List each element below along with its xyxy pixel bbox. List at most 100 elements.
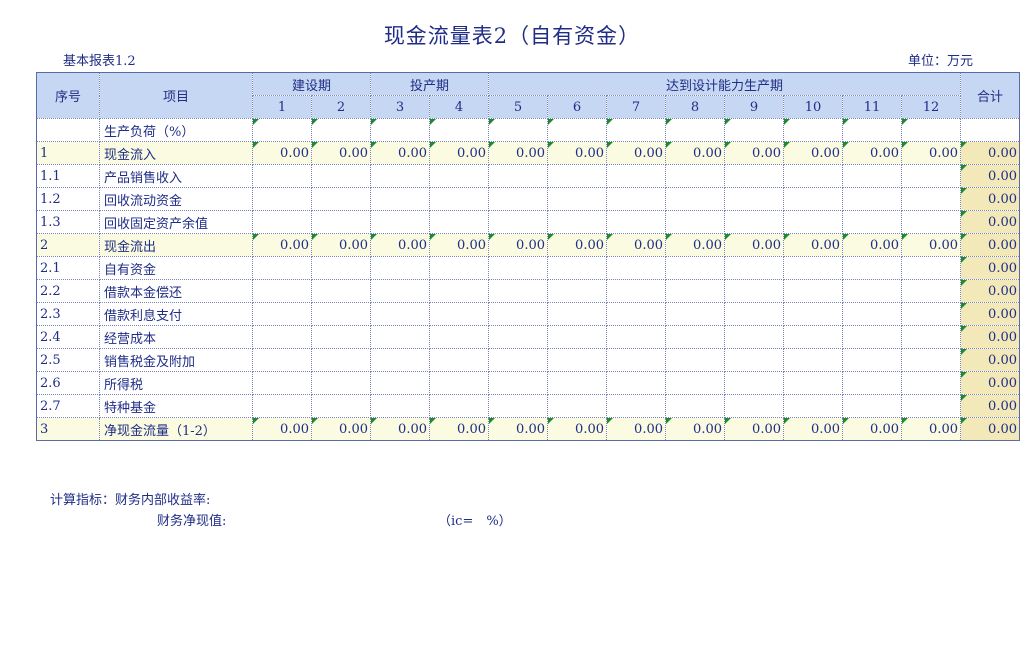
total-cell[interactable]: 0.00 [960,279,1020,303]
value-cell[interactable] [606,118,666,142]
total-cell[interactable]: 0.00 [960,210,1020,234]
value-cell[interactable] [901,302,961,326]
value-cell[interactable] [547,256,607,280]
value-cell[interactable]: 0.00 [547,417,607,441]
value-cell[interactable]: 0.00 [488,233,548,257]
value-cell[interactable] [901,118,961,142]
value-cell[interactable]: 0.00 [665,233,725,257]
value-cell[interactable] [547,118,607,142]
value-cell[interactable] [547,394,607,418]
value-cell[interactable] [547,164,607,188]
value-cell[interactable] [665,256,725,280]
value-cell[interactable] [842,210,902,234]
value-cell[interactable] [901,187,961,211]
value-cell[interactable] [429,256,489,280]
value-cell[interactable] [370,279,430,303]
value-cell[interactable] [724,210,784,234]
value-cell[interactable] [783,187,843,211]
value-cell[interactable] [429,210,489,234]
value-cell[interactable] [783,371,843,395]
value-cell[interactable] [429,118,489,142]
value-cell[interactable] [606,371,666,395]
value-cell[interactable] [429,371,489,395]
value-cell[interactable]: 0.00 [547,141,607,165]
total-cell[interactable]: 0.00 [960,394,1020,418]
value-cell[interactable] [842,187,902,211]
value-cell[interactable] [783,325,843,349]
value-cell[interactable]: 0.00 [665,141,725,165]
value-cell[interactable] [842,348,902,372]
value-cell[interactable] [547,302,607,326]
value-cell[interactable] [665,394,725,418]
value-cell[interactable]: 0.00 [842,417,902,441]
value-cell[interactable] [606,256,666,280]
value-cell[interactable]: 0.00 [842,233,902,257]
value-cell[interactable]: 0.00 [370,417,430,441]
value-cell[interactable] [842,164,902,188]
total-cell[interactable]: 0.00 [960,141,1020,165]
value-cell[interactable] [488,164,548,188]
value-cell[interactable] [311,210,371,234]
value-cell[interactable] [252,325,312,349]
value-cell[interactable]: 0.00 [901,233,961,257]
value-cell[interactable] [665,302,725,326]
value-cell[interactable] [783,394,843,418]
total-cell[interactable]: 0.00 [960,256,1020,280]
value-cell[interactable] [665,348,725,372]
value-cell[interactable] [429,187,489,211]
value-cell[interactable] [252,164,312,188]
value-cell[interactable] [783,256,843,280]
value-cell[interactable] [311,325,371,349]
value-cell[interactable] [783,302,843,326]
value-cell[interactable] [370,210,430,234]
value-cell[interactable] [488,348,548,372]
value-cell[interactable] [252,302,312,326]
value-cell[interactable] [488,394,548,418]
value-cell[interactable] [311,371,371,395]
total-cell[interactable]: 0.00 [960,417,1020,441]
value-cell[interactable] [252,279,312,303]
value-cell[interactable] [724,164,784,188]
value-cell[interactable] [488,118,548,142]
value-cell[interactable] [724,256,784,280]
value-cell[interactable]: 0.00 [311,141,371,165]
value-cell[interactable] [842,325,902,349]
value-cell[interactable] [370,302,430,326]
total-cell[interactable]: 0.00 [960,164,1020,188]
value-cell[interactable]: 0.00 [783,417,843,441]
value-cell[interactable]: 0.00 [252,417,312,441]
value-cell[interactable] [488,210,548,234]
value-cell[interactable]: 0.00 [370,141,430,165]
value-cell[interactable] [547,371,607,395]
total-cell[interactable] [960,118,1020,142]
total-cell[interactable]: 0.00 [960,348,1020,372]
value-cell[interactable] [606,279,666,303]
value-cell[interactable] [252,348,312,372]
total-cell[interactable]: 0.00 [960,371,1020,395]
value-cell[interactable] [370,164,430,188]
value-cell[interactable] [252,394,312,418]
value-cell[interactable]: 0.00 [547,233,607,257]
value-cell[interactable]: 0.00 [901,417,961,441]
value-cell[interactable] [724,187,784,211]
value-cell[interactable] [783,279,843,303]
value-cell[interactable]: 0.00 [783,141,843,165]
value-cell[interactable]: 0.00 [783,233,843,257]
value-cell[interactable] [842,256,902,280]
value-cell[interactable] [311,118,371,142]
value-cell[interactable] [724,348,784,372]
value-cell[interactable] [842,394,902,418]
value-cell[interactable]: 0.00 [665,417,725,441]
value-cell[interactable] [901,394,961,418]
value-cell[interactable]: 0.00 [606,141,666,165]
value-cell[interactable] [488,187,548,211]
value-cell[interactable] [252,187,312,211]
value-cell[interactable] [842,118,902,142]
value-cell[interactable] [547,210,607,234]
value-cell[interactable] [901,371,961,395]
value-cell[interactable] [488,325,548,349]
value-cell[interactable] [901,279,961,303]
value-cell[interactable]: 0.00 [311,417,371,441]
value-cell[interactable] [842,279,902,303]
value-cell[interactable]: 0.00 [606,233,666,257]
